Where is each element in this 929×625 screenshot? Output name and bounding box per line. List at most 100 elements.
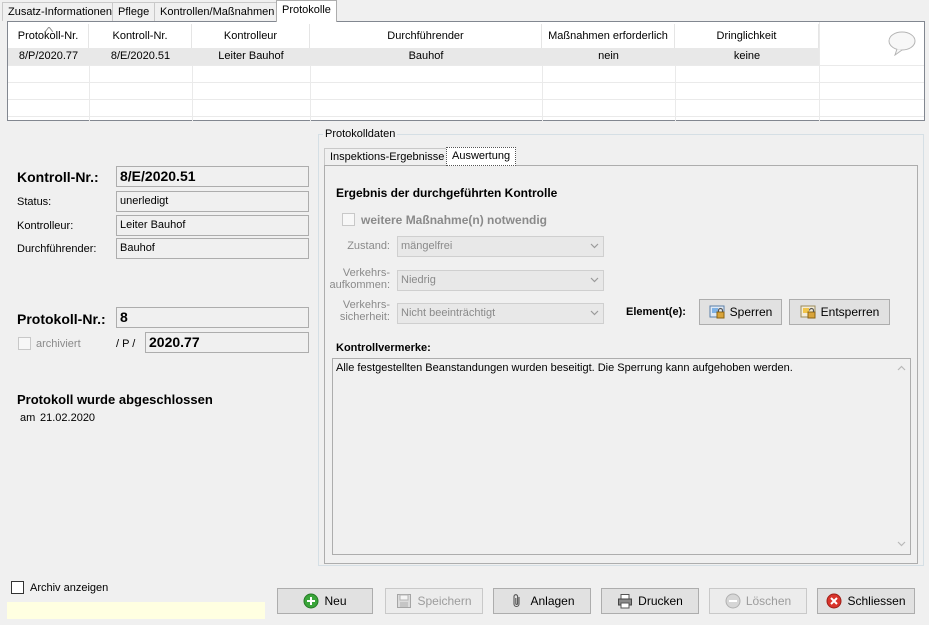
kontrollvermerke-text: Alle festgestellten Beanstandungen wurde… [336,362,793,374]
neu-button[interactable]: Neu [277,588,373,614]
verkehrsaufkommen-value: Niedrig [401,274,436,286]
elemente-label: Element(e): [626,306,686,318]
durchfuehrender-field: Bauhof [116,238,309,259]
abgeschlossen-label: Protokoll wurde abgeschlossen [17,392,213,407]
grid-line [8,99,924,100]
paperclip-icon [513,594,521,608]
verkehrsaufkommen-select[interactable]: Niedrig [397,270,604,291]
verkehrsaufkommen-label: Verkehrs- aufkommen: [322,267,390,291]
verkehrssicherheit-label: Verkehrs- sicherheit: [322,299,390,323]
speichern-button-label: Speichern [417,594,472,608]
verkehrssicherheit-label-line1: Verkehrs- [342,299,390,311]
tab-auswertung[interactable]: Auswertung [446,147,517,166]
comment-bubble-icon[interactable] [887,30,917,59]
column-header-massnahmen-erforderlich[interactable]: Maßnahmen erforderlich [542,24,675,48]
cell-protokoll-nr: 8/P/2020.77 [18,50,79,62]
tab-inspektions-ergebnisse[interactable]: Inspektions-Ergebnisse [324,148,451,166]
grid-line [8,116,924,117]
loeschen-button[interactable]: Löschen [709,588,807,614]
delete-icon [725,593,741,609]
protokoll-suffix-field: 2020.77 [145,332,309,353]
verkehrssicherheit-value: Nicht beeinträchtigt [401,307,496,319]
protokoll-grid[interactable]: Protokoll-Nr. Kontroll-Nr. Kontrolleur D… [7,21,925,121]
speichern-button[interactable]: Speichern [385,588,483,614]
protokolldaten-title: Protokolldaten [323,128,398,140]
chevron-down-icon [590,310,599,316]
schliessen-button[interactable]: Schliessen [817,588,915,614]
grid-line [89,65,90,121]
scroll-up-icon[interactable] [897,365,906,371]
archiviert-label: archiviert [36,338,81,350]
durchfuehrender-label: Durchführender: [17,243,97,255]
cell-massnahmen-erforderlich: nein [598,50,619,62]
tab-protokolle[interactable]: Protokolle [276,0,337,22]
chevron-down-icon [590,243,599,249]
cell-kontrolleur: Leiter Bauhof [218,50,284,62]
verkehrssicherheit-select[interactable]: Nicht beeinträchtigt [397,303,604,324]
anlagen-button-label: Anlagen [530,594,575,608]
grid-line [8,65,924,66]
column-header-dringlichkeit[interactable]: Dringlichkeit [675,24,819,48]
status-note-bar [7,602,265,619]
column-header-kontrolleur[interactable]: Kontrolleur [192,24,310,48]
cell-dringlichkeit: keine [733,50,761,62]
archiv-anzeigen-label: Archiv anzeigen [30,582,109,594]
scroll-down-icon[interactable] [897,541,906,547]
zustand-select[interactable]: mängelfrei [397,236,604,257]
close-icon [826,593,842,609]
column-header-kontroll-nr[interactable]: Kontroll-Nr. [89,24,192,48]
ergebnis-title: Ergebnis der durchgeführten Kontrolle [336,186,558,200]
status-field: unerledigt [116,191,309,212]
entsperren-button[interactable]: Entsperren [789,299,890,325]
schliessen-button-label: Schliessen [847,594,906,608]
neu-button-label: Neu [324,594,347,608]
grid-line [310,65,311,121]
status-label: Status: [17,196,52,208]
verkehrsaufkommen-label-line2: aufkommen: [329,279,390,291]
kontrollvermerke-textarea[interactable]: Alle festgestellten Beanstandungen wurde… [332,358,911,555]
weitere-massnahmen-label: weitere Maßnahme(n) notwendig [361,213,548,227]
drucken-button[interactable]: Drucken [601,588,699,614]
kontroll-nr-label: Kontroll-Nr.: [17,169,99,185]
grid-line [819,22,820,121]
kontroll-nr-field: 8/E/2020.51 [116,166,309,187]
tab-pflege[interactable]: Pflege [112,2,156,21]
verkehrssicherheit-label-line2: sicherheit: [339,311,390,323]
kontrolleur-label: Kontrolleur: [17,220,74,232]
drucken-button-label: Drucken [638,594,683,608]
lock-element-icon [709,305,725,319]
archiv-anzeigen-checkbox[interactable] [11,581,24,594]
verkehrsaufkommen-label-line1: Verkehrs- [342,267,390,279]
column-header-durchfuehrender[interactable]: Durchführender [310,24,542,48]
table-row[interactable]: 8/P/2020.77 8/E/2020.51 Leiter Bauhof Ba… [8,48,819,65]
sperren-button[interactable]: Sperren [699,299,782,325]
grid-line [675,65,676,121]
zustand-value: mängelfrei [401,240,453,252]
grid-line [542,65,543,121]
save-icon [397,594,412,608]
archiviert-checkbox[interactable] [18,337,31,350]
grid-line [8,82,924,83]
cell-kontroll-nr: 8/E/2020.51 [110,50,171,62]
protokoll-nr-label: Protokoll-Nr.: [17,311,106,327]
anlagen-button[interactable]: Anlagen [493,588,591,614]
sort-ascending-icon [44,23,54,35]
protokoll-separator-label: / P / [116,338,136,350]
loeschen-button-label: Löschen [745,594,792,608]
am-label: am [20,412,36,424]
kontrollvermerke-label: Kontrollvermerke: [336,342,431,354]
kontrolleur-field: Leiter Bauhof [116,215,309,236]
zustand-label: Zustand: [347,240,390,252]
printer-icon [618,594,633,609]
sperren-button-label: Sperren [729,305,773,319]
tab-kontrollen-massnahmen[interactable]: Kontrollen/Maßnahmen [154,2,281,21]
protokoll-nr-field: 8 [116,307,309,328]
tab-zusatz-informationen[interactable]: Zusatz-Informationen [2,2,118,21]
entsperren-button-label: Entsperren [820,305,880,319]
add-icon [303,593,319,609]
unlock-element-icon [800,305,816,319]
weitere-massnahmen-checkbox[interactable] [342,213,355,226]
cell-durchfuehrender: Bauhof [408,50,444,62]
grid-line [192,65,193,121]
abgeschlossen-date: 21.02.2020 [40,412,96,424]
